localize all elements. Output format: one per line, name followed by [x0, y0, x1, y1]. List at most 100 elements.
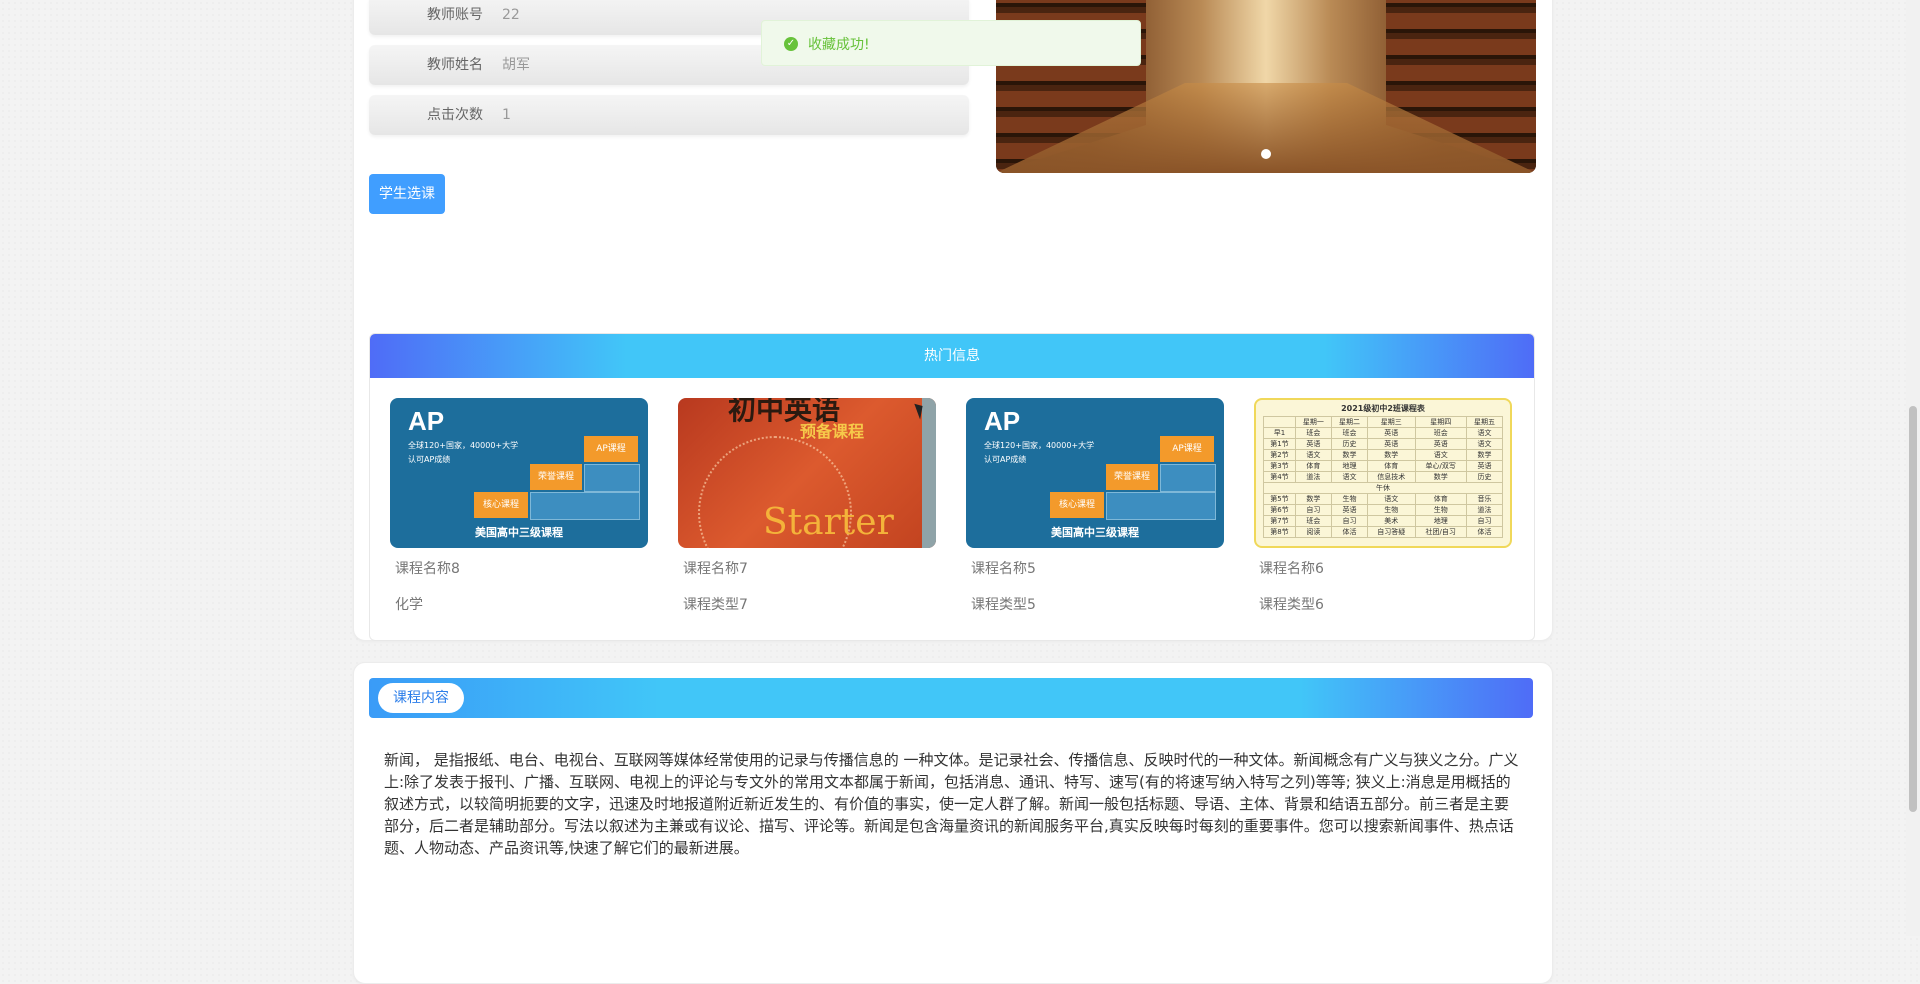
- schedule-cell: 星期四: [1414, 416, 1467, 428]
- schedule-cell: 第3节: [1263, 460, 1296, 472]
- schedule-cell: 美术: [1367, 515, 1416, 527]
- student-select-course-button[interactable]: 学生选课: [369, 174, 445, 214]
- schedule-cell: 道法: [1294, 471, 1332, 483]
- schedule-cell: 英语: [1330, 504, 1369, 516]
- schedule-cell: 第7节: [1263, 515, 1296, 527]
- ap-title: AP: [408, 406, 445, 436]
- schedule-cell: 生物: [1330, 493, 1369, 505]
- schedule-title: 2021级初中2班课程表: [1341, 404, 1425, 413]
- schedule-cell: 数学: [1330, 449, 1369, 461]
- schedule-cell: 英语: [1414, 438, 1467, 450]
- ap-footer: 美国高中三级课程: [1051, 526, 1139, 539]
- schedule-cell: 英语: [1294, 438, 1332, 450]
- schedule-cell: 数学: [1294, 493, 1332, 505]
- carousel-indicator-dot[interactable]: [1261, 149, 1271, 159]
- schedule-cell: 阅读: [1294, 526, 1332, 538]
- course-content-header: 课程内容: [369, 678, 1533, 718]
- schedule-cell: 数学: [1414, 471, 1467, 483]
- schedule-cell: 自习答疑: [1367, 526, 1416, 538]
- schedule-cell: 地理: [1330, 460, 1369, 472]
- schedule-cell: 历史: [1330, 438, 1369, 450]
- schedule-cell: 星期三: [1367, 416, 1416, 428]
- schedule-cell: 体育: [1367, 460, 1416, 472]
- schedule-cell: 音乐: [1465, 493, 1504, 505]
- schedule-cell: 体育: [1414, 493, 1467, 505]
- schedule-row: 第5节 数学 生物 语文 体育 音乐: [1263, 493, 1504, 505]
- schedule-cell: 英语: [1367, 427, 1416, 439]
- ap-tag: 核心课程: [474, 492, 528, 518]
- scrollbar-thumb[interactable]: [1909, 406, 1917, 812]
- hot-item-card[interactable]: AP 全球120+国家，40000+大学 认可AP成绩 AP课程 荣誉课程 核心…: [390, 398, 648, 613]
- schedule-cell: 地理: [1414, 515, 1467, 527]
- schedule-cell: 英语: [1465, 460, 1504, 472]
- hot-item-card[interactable]: 初中英语 预备课程 Starter 课程名称7 课程类型7: [678, 398, 936, 613]
- schedule-cell: 体活: [1330, 526, 1369, 538]
- ap-tag: AP课程: [584, 436, 638, 462]
- schedule-cell: 语文: [1330, 471, 1369, 483]
- book-spine: [922, 398, 936, 548]
- ap-grid-cell: [1160, 464, 1216, 492]
- info-row-click-count: 点击次数 1: [369, 95, 969, 135]
- hot-info-section: 热门信息 AP 全球120+国家，40000+大学 认可AP成绩 AP课程 荣誉…: [369, 333, 1535, 641]
- schedule-row: 第7节 班会 自习 美术 地理 自习: [1263, 515, 1504, 527]
- course-thumbnail-ap[interactable]: AP 全球120+国家，40000+大学 认可AP成绩 AP课程 荣誉课程 核心…: [390, 398, 648, 548]
- schedule-cell: 信息技术: [1367, 471, 1416, 483]
- ap-tag: 荣誉课程: [1106, 464, 1158, 490]
- info-label: 点击次数: [427, 107, 483, 123]
- ap-subtitle: 认可AP成绩: [408, 455, 451, 464]
- course-name: 课程名称8: [395, 561, 460, 577]
- schedule-row: 第8节 阅读 体活 自习答疑 社团/自习 体活: [1263, 526, 1504, 538]
- schedule-row: 星期一 星期二 星期三 星期四 星期五: [1263, 416, 1504, 428]
- ap-title: AP: [984, 406, 1021, 436]
- schedule-cell: 自习: [1465, 515, 1504, 527]
- course-thumbnail-schedule[interactable]: 2021级初中2班课程表 星期一 星期二 星期三 星期四 星期五 早1 班会 班会 英语 班会 语文…: [1254, 398, 1512, 548]
- info-label: 教师姓名: [427, 57, 483, 73]
- ap-subtitle: 全球120+国家，40000+大学: [408, 441, 519, 450]
- schedule-cell: 班会: [1294, 427, 1332, 439]
- schedule-row: 第3节 体育 地理 体育 单心/双写 英语: [1263, 460, 1504, 472]
- schedule-cell: 生物: [1414, 504, 1467, 516]
- schedule-row: 第2节 语文 数学 数学 语文 数学: [1263, 449, 1504, 461]
- schedule-cell: 体活: [1465, 526, 1504, 538]
- schedule-cell: 语文: [1465, 438, 1504, 450]
- page-scrollbar[interactable]: [1906, 0, 1920, 936]
- course-name: 课程名称7: [683, 561, 748, 577]
- course-name: 课程名称5: [971, 561, 1036, 577]
- schedule-cell: 班会: [1294, 515, 1332, 527]
- schedule-cell: 生物: [1367, 504, 1416, 516]
- ap-subtitle: 全球120+国家，40000+大学: [984, 441, 1095, 450]
- course-thumbnail-book[interactable]: 初中英语 预备课程 Starter: [678, 398, 936, 548]
- schedule-cell: 第4节: [1263, 471, 1296, 483]
- schedule-cell: 班会: [1330, 427, 1369, 439]
- schedule-cell: 语文: [1294, 449, 1332, 461]
- hot-item-card[interactable]: 2021级初中2班课程表 星期一 星期二 星期三 星期四 星期五 早1 班会 班会 英语 班会 语文…: [1254, 398, 1512, 613]
- schedule-cell: 第8节: [1263, 526, 1296, 538]
- book-word: Starter: [763, 502, 894, 543]
- schedule-cell: 星期五: [1465, 416, 1504, 428]
- success-toast: ✓ 收藏成功!: [761, 20, 1141, 66]
- schedule-row: 第1节 英语 历史 英语 英语 语文: [1263, 438, 1504, 450]
- check-circle-icon: ✓: [784, 37, 798, 51]
- hot-info-title: 热门信息: [370, 334, 1534, 378]
- schedule-cell: 午休: [1263, 482, 1503, 494]
- schedule-cell: 单心/双写: [1414, 460, 1467, 472]
- info-value: 胡军: [502, 57, 530, 73]
- info-value: 22: [502, 7, 520, 23]
- course-type: 课程类型7: [683, 597, 748, 613]
- ap-grid-cell: [530, 492, 640, 520]
- schedule-table: 星期一 星期二 星期三 星期四 星期五 早1 班会 班会 英语 班会 语文 第1节 英语 历史 英语 英语 语文…: [1263, 416, 1504, 538]
- info-label: 教师账号: [427, 7, 483, 23]
- hot-item-card[interactable]: AP 全球120+国家，40000+大学 认可AP成绩 AP课程 荣誉课程 核心…: [966, 398, 1224, 613]
- schedule-cell: 第2节: [1263, 449, 1296, 461]
- schedule-cell: 自习: [1330, 515, 1369, 527]
- course-content-tab[interactable]: 课程内容: [378, 683, 464, 713]
- ap-tag: 荣誉课程: [530, 464, 582, 490]
- schedule-cell: 星期一: [1294, 416, 1332, 428]
- schedule-cell: 数学: [1367, 449, 1416, 461]
- ap-tag: 核心课程: [1050, 492, 1104, 518]
- schedule-cell: 社团/自习: [1414, 526, 1467, 538]
- course-thumbnail-ap[interactable]: AP 全球120+国家，40000+大学 认可AP成绩 AP课程 荣誉课程 核心…: [966, 398, 1224, 548]
- schedule-cell: 班会: [1414, 427, 1467, 439]
- schedule-cell: 体育: [1294, 460, 1332, 472]
- ap-subtitle: 认可AP成绩: [984, 455, 1027, 464]
